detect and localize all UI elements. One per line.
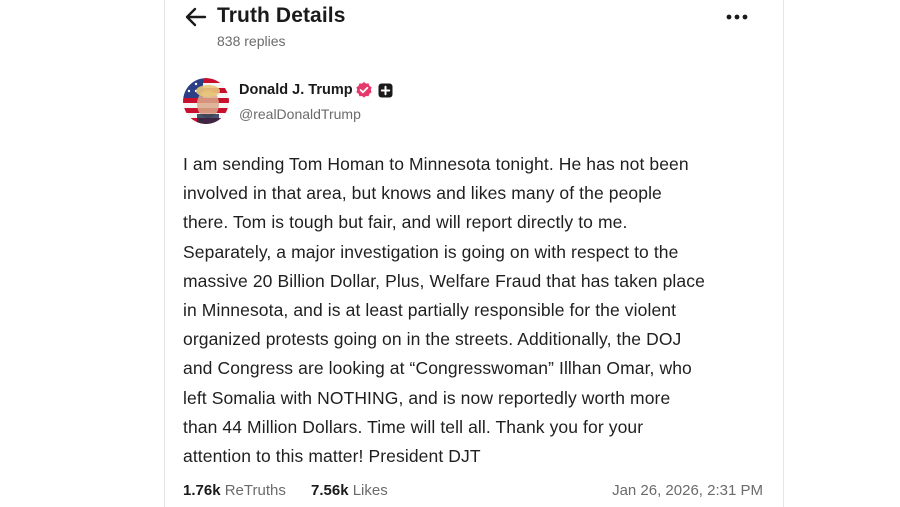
arrow-left-icon bbox=[185, 7, 207, 27]
likes-stat[interactable]: 7.56k Likes bbox=[311, 482, 388, 499]
reply-count[interactable]: 838 replies bbox=[217, 33, 286, 49]
retruths-label: ReTruths bbox=[224, 482, 286, 499]
verified-badge-icon bbox=[356, 82, 372, 98]
page-header: Truth Details 838 replies bbox=[165, 0, 783, 60]
avatar[interactable] bbox=[183, 78, 229, 124]
likes-label: Likes bbox=[352, 482, 388, 499]
author-name[interactable]: Donald J. Trump bbox=[239, 82, 353, 98]
post-timestamp: Jan 26, 2026, 2:31 PM bbox=[612, 482, 763, 499]
plus-badge-icon bbox=[378, 83, 393, 98]
avatar-image bbox=[183, 78, 229, 124]
more-options-button[interactable] bbox=[723, 6, 751, 28]
post-stats: 1.76k ReTruths 7.56k Likes Jan 26, 2026,… bbox=[183, 480, 765, 502]
post-text: I am sending Tom Homan to Minnesota toni… bbox=[183, 154, 705, 467]
more-horizontal-icon bbox=[726, 14, 748, 20]
retruths-count: 1.76k bbox=[183, 482, 221, 499]
likes-count: 7.56k bbox=[311, 482, 349, 499]
page-title: Truth Details bbox=[217, 4, 346, 27]
post-detail-panel: Truth Details 838 replies Donald J. Trum… bbox=[164, 0, 784, 507]
back-button[interactable] bbox=[183, 5, 209, 29]
post-author: Donald J. Trump @realDonaldTrump bbox=[183, 78, 583, 126]
author-handle[interactable]: @realDonaldTrump bbox=[239, 106, 361, 122]
retruths-stat[interactable]: 1.76k ReTruths bbox=[183, 482, 286, 499]
